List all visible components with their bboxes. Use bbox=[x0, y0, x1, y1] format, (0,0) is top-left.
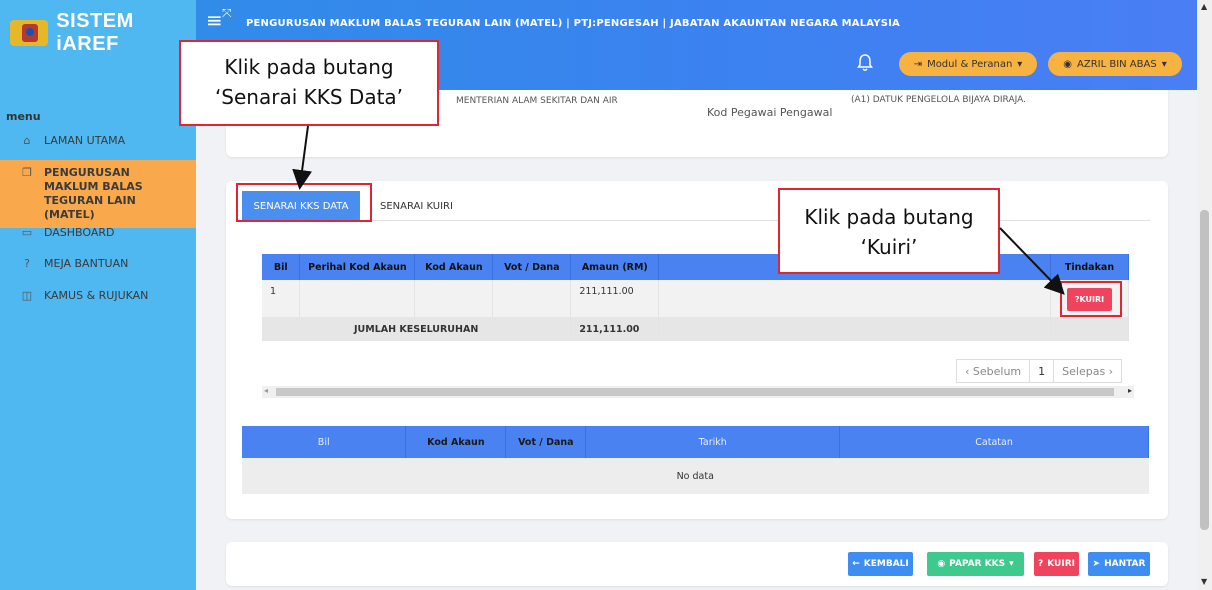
scroll-up-icon[interactable]: ▲ bbox=[1201, 2, 1207, 11]
sidebar-item-label: MEJA BANTUAN bbox=[44, 257, 129, 270]
col-vot-dana: Vot / Dana bbox=[492, 254, 572, 280]
empty-state: No data bbox=[242, 458, 1149, 494]
pagination: ‹ Sebelum 1 Selepas › bbox=[956, 359, 1123, 383]
col-vot-dana: Vot / Dana bbox=[505, 426, 587, 458]
horizontal-scrollbar[interactable]: ◂ ▸ bbox=[262, 386, 1134, 398]
kod-pegawai-value: (A1) DATUK PENGELOLA BIJAYA DIRAJA. bbox=[851, 95, 1026, 105]
brand-title: SISTEM iAREF bbox=[56, 10, 134, 55]
cell-kod bbox=[414, 280, 494, 317]
col-bil: Bil bbox=[242, 426, 407, 458]
cell-perihal bbox=[299, 280, 416, 317]
eye-icon: ◉ bbox=[937, 559, 946, 569]
tab-bar: SENARAI KKS DATA SENARAI KUIRI bbox=[242, 191, 1150, 221]
kementerian-text: MENTERIAN ALAM SEKITAR DAN AIR bbox=[456, 96, 618, 106]
kembali-button[interactable]: ← KEMBALI bbox=[848, 552, 913, 576]
cell-amaun: 211,111.00 bbox=[570, 280, 660, 317]
arrow-left-icon: ← bbox=[852, 559, 860, 569]
sidebar-item-dashboard[interactable]: ▭ DASHBOARD bbox=[0, 226, 196, 239]
col-catatan: Catatan bbox=[839, 426, 1149, 458]
bell-icon[interactable] bbox=[857, 54, 873, 72]
folder-icon: ❐ bbox=[22, 166, 32, 179]
col-kod-akaun: Kod Akaun bbox=[405, 426, 507, 458]
kuiri-button[interactable]: ? KUIRI bbox=[1034, 552, 1079, 576]
table-row: No data bbox=[242, 458, 1149, 494]
scroll-right-icon[interactable]: ▸ bbox=[1128, 386, 1132, 395]
col-amaun: Amaun (RM) bbox=[570, 254, 660, 280]
highlight-tab-kks bbox=[236, 183, 372, 222]
sidebar: menu ⌂ LAMAN UTAMA ❐ PENGURUSAN MAKLUM B… bbox=[0, 90, 196, 590]
sidebar-item-meja-bantuan[interactable]: ? MEJA BANTUAN bbox=[0, 257, 196, 270]
col-tindakan: Tindakan bbox=[1050, 254, 1130, 280]
total-empty bbox=[658, 317, 1051, 341]
user-label: AZRIL BIN ABAS bbox=[1077, 58, 1157, 70]
col-bil: Bil bbox=[262, 254, 301, 280]
login-icon: ⇥ bbox=[913, 58, 923, 70]
cell-empty bbox=[658, 280, 1051, 317]
book-icon: ◫ bbox=[21, 289, 33, 302]
callout-text: Klik pada butang bbox=[804, 205, 974, 229]
col-tarikh: Tarikh bbox=[585, 426, 841, 458]
caret-down-icon: ▾ bbox=[1161, 58, 1167, 70]
total-row: JUMLAH KESELURUHAN 211,111.00 bbox=[262, 317, 1130, 341]
sidebar-item-label: KAMUS & RUJUKAN bbox=[44, 289, 149, 302]
scroll-thumb[interactable] bbox=[276, 388, 1114, 396]
col-kod-akaun: Kod Akaun bbox=[414, 254, 494, 280]
callout-senarai-kks: Klik pada butang ‘Senarai KKS Data’ bbox=[179, 40, 439, 126]
callout-kuiri: Klik pada butang ‘Kuiri’ bbox=[778, 188, 1000, 274]
scroll-left-icon[interactable]: ◂ bbox=[264, 386, 268, 395]
kuiri-table: Bil Kod Akaun Vot / Dana Tarikh Catatan … bbox=[242, 426, 1149, 494]
menu-heading: menu bbox=[6, 110, 41, 123]
col-perihal: Perihal Kod Akaun bbox=[299, 254, 416, 280]
kod-pegawai-label: Kod Pegawai Pengawal bbox=[707, 106, 833, 119]
data-card: SENARAI KKS DATA SENARAI KUIRI Bil Perih… bbox=[226, 181, 1168, 519]
pager-current[interactable]: 1 bbox=[1030, 360, 1055, 382]
pager-prev[interactable]: ‹ Sebelum bbox=[957, 360, 1031, 382]
cell-bil: 1 bbox=[262, 280, 301, 317]
user-menu-button[interactable]: ◉ AZRIL BIN ABAS ▾ bbox=[1048, 52, 1182, 76]
brand-area: SISTEM iAREF bbox=[0, 0, 196, 90]
kuiri-label: KUIRI bbox=[1047, 559, 1075, 569]
scroll-thumb[interactable] bbox=[1200, 210, 1209, 530]
total-empty bbox=[1050, 317, 1130, 341]
total-label: JUMLAH KESELURUHAN bbox=[262, 317, 572, 341]
hamburger-icon[interactable]: ≡ bbox=[206, 10, 223, 30]
vertical-scrollbar[interactable]: ▲ ▼ bbox=[1197, 0, 1212, 590]
sidebar-item-label: LAMAN UTAMA bbox=[44, 134, 126, 147]
action-card: ← KEMBALI ◉ PAPAR KKS ▾ ? KUIRI ➤ HANTAR bbox=[226, 542, 1168, 586]
sidebar-item-laman-utama[interactable]: ⌂ LAMAN UTAMA bbox=[0, 134, 196, 147]
home-icon: ⌂ bbox=[23, 134, 31, 147]
highlight-kuiri-button bbox=[1060, 281, 1122, 317]
callout-text: ‘Kuiri’ bbox=[860, 235, 918, 259]
kembali-label: KEMBALI bbox=[863, 559, 909, 569]
pager-next[interactable]: Selepas › bbox=[1054, 360, 1121, 382]
papar-kks-button[interactable]: ◉ PAPAR KKS ▾ bbox=[927, 552, 1024, 576]
hantar-label: HANTAR bbox=[1104, 559, 1146, 569]
modul-peranan-button[interactable]: ⇥ Modul & Peranan ▾ bbox=[899, 52, 1037, 76]
sidebar-item-label: PENGURUSAN MAKLUM BALAS TEGURAN LAIN (MA… bbox=[44, 166, 143, 221]
callout-text: Klik pada butang bbox=[224, 55, 394, 79]
caret-down-icon: ▾ bbox=[1009, 559, 1014, 569]
cell-vot bbox=[492, 280, 572, 317]
tab-senarai-kuiri[interactable]: SENARAI KUIRI bbox=[380, 191, 453, 221]
papar-label: PAPAR KKS bbox=[949, 559, 1006, 569]
caret-down-icon: ▾ bbox=[1017, 58, 1023, 70]
modul-label: Modul & Peranan bbox=[927, 58, 1013, 70]
sidebar-item-kamus[interactable]: ◫ KAMUS & RUJUKAN bbox=[0, 289, 196, 302]
question-icon: ? bbox=[24, 257, 30, 270]
main-content: MENTERIAN ALAM SEKITAR DAN AIR Kod Pegaw… bbox=[196, 90, 1197, 590]
send-icon: ➤ bbox=[1092, 559, 1101, 569]
hantar-button[interactable]: ➤ HANTAR bbox=[1088, 552, 1150, 576]
user-icon: ◉ bbox=[1063, 58, 1072, 70]
sidebar-item-matel[interactable]: ❐ PENGURUSAN MAKLUM BALAS TEGURAN LAIN (… bbox=[0, 160, 196, 228]
sidebar-item-label: DASHBOARD bbox=[44, 226, 115, 239]
page-heading: PENGURUSAN MAKLUM BALAS TEGURAN LAIN (MA… bbox=[246, 18, 900, 29]
crest-logo-icon bbox=[10, 20, 49, 46]
question-icon: ? bbox=[1038, 559, 1044, 569]
dashboard-icon: ▭ bbox=[21, 226, 33, 239]
expand-icon[interactable]: ⤧ bbox=[222, 6, 232, 21]
callout-text: ‘Senarai KKS Data’ bbox=[214, 85, 404, 109]
table-row: 1 211,111.00 ?KUIRI bbox=[262, 280, 1130, 317]
scroll-down-icon[interactable]: ▼ bbox=[1201, 577, 1207, 586]
total-value: 211,111.00 bbox=[570, 317, 660, 341]
